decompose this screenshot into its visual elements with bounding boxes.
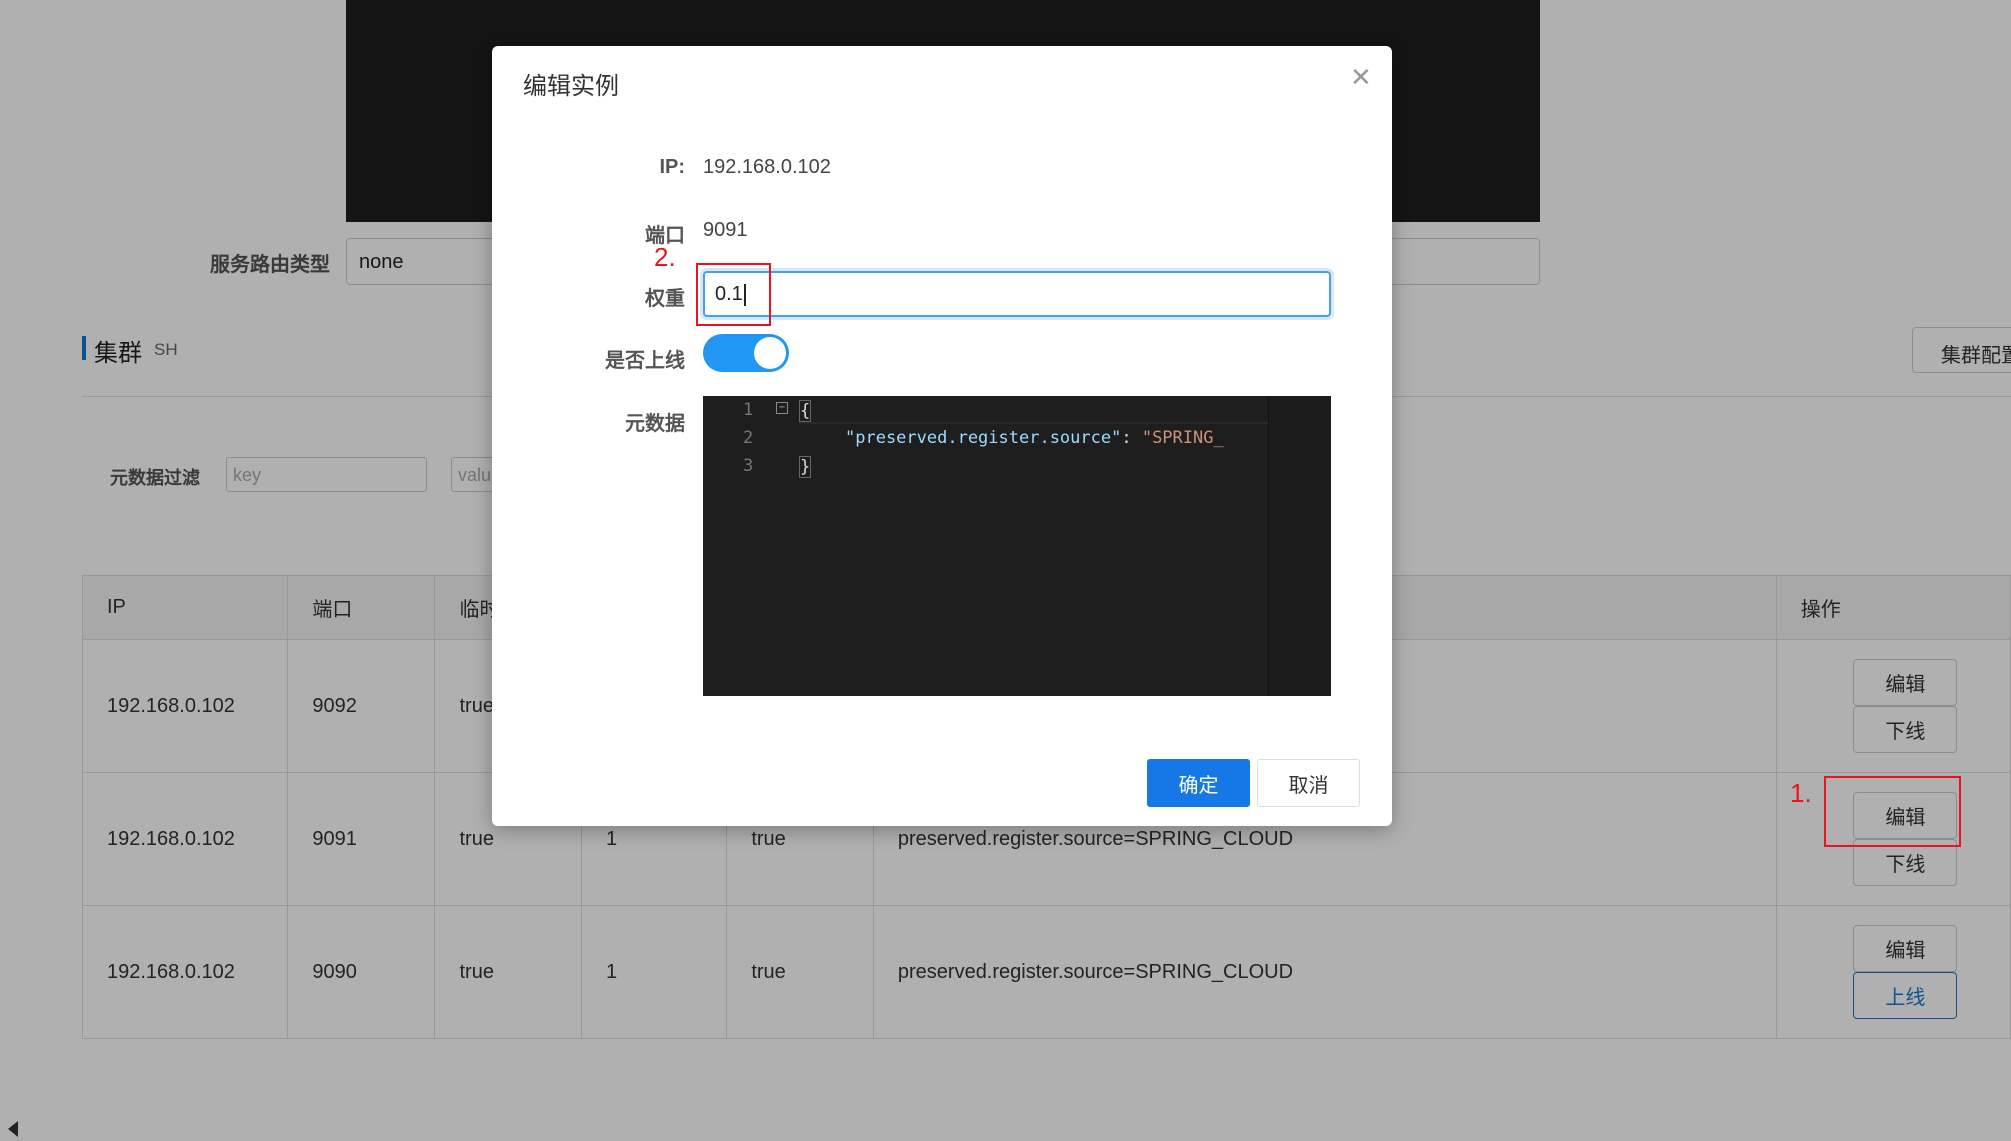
weight-input[interactable]: 0.1 xyxy=(703,271,1331,317)
dialog-title: 编辑实例 xyxy=(523,73,619,100)
line-number: 3 xyxy=(743,456,754,476)
annotation-box-1 xyxy=(1824,776,1961,847)
metadata-label: 元数据 xyxy=(625,413,685,435)
metadata-editor[interactable]: 1 2 3 − { "preserved.register.source": "… xyxy=(703,396,1331,696)
annotation-step-1: 1. xyxy=(1790,778,1812,808)
json-key: "preserved.register.source" xyxy=(845,428,1122,448)
annotation-box-2 xyxy=(696,263,771,326)
json-colon: : xyxy=(1121,428,1142,448)
fold-icon[interactable]: − xyxy=(776,402,788,414)
ip-value: 192.168.0.102 xyxy=(703,156,831,178)
cancel-button[interactable]: 取消 xyxy=(1257,759,1360,807)
online-toggle[interactable] xyxy=(703,334,789,372)
close-icon[interactable]: ✕ xyxy=(1350,62,1372,93)
line-number: 1 xyxy=(743,400,754,420)
annotation-step-2: 2. xyxy=(654,242,676,272)
edit-instance-dialog: 编辑实例 ✕ IP: 192.168.0.102 端口 9091 2. 权重 0… xyxy=(492,46,1392,826)
online-label: 是否上线 xyxy=(605,350,685,372)
ip-label: IP: xyxy=(659,156,685,178)
json-close-brace: } xyxy=(799,456,812,478)
port-value: 9091 xyxy=(703,219,748,241)
weight-label: 权重 xyxy=(645,288,685,310)
json-line: "preserved.register.source": "SPRING_ xyxy=(845,428,1224,448)
json-open-brace: { xyxy=(799,400,812,422)
line-number: 2 xyxy=(743,428,754,448)
json-value: "SPRING_ xyxy=(1141,428,1224,448)
editor-minimap[interactable] xyxy=(1268,396,1331,696)
toggle-knob xyxy=(754,337,786,369)
confirm-button[interactable]: 确定 xyxy=(1147,759,1250,807)
